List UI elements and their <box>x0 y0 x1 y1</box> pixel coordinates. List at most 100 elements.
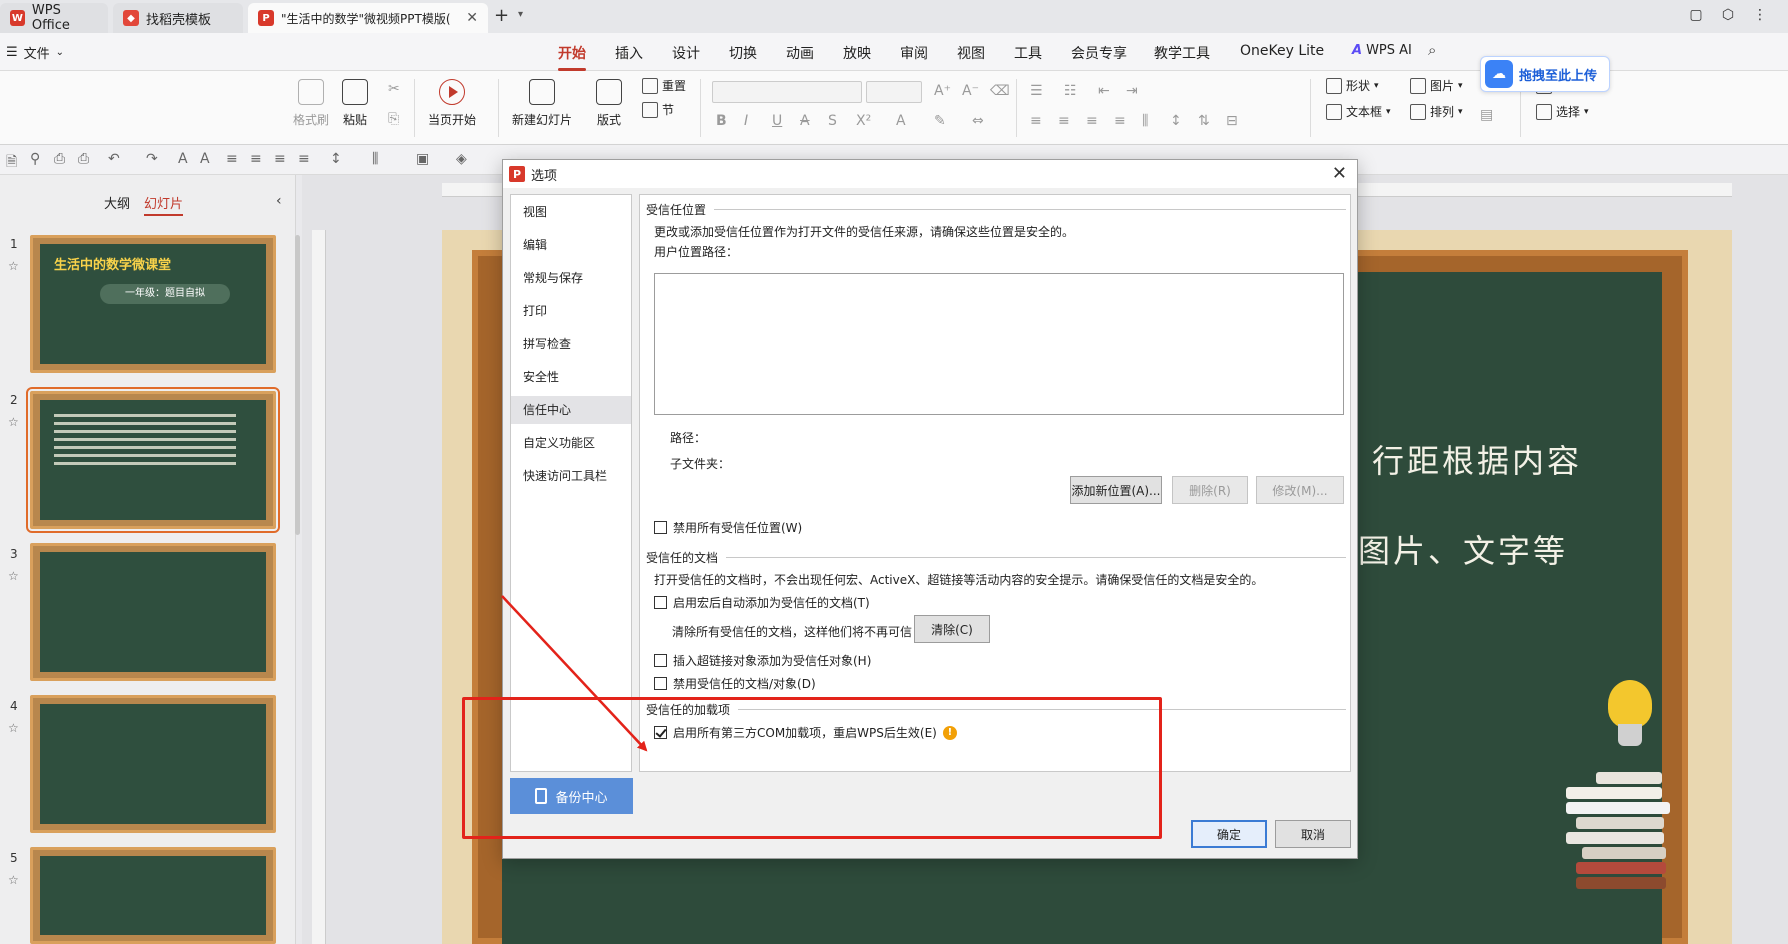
line-spacing-icon[interactable]: ↕ <box>1170 113 1182 129</box>
font-grow-icon[interactable]: A <box>178 151 188 167</box>
picture-button[interactable]: 图片 ▾ <box>1410 77 1463 94</box>
align-right-icon[interactable]: ≡ <box>1086 113 1098 129</box>
select-button[interactable]: 选择 ▾ <box>1536 103 1589 120</box>
font-grow-icon[interactable]: A⁺ <box>934 83 951 99</box>
tab-animation[interactable]: 动画 <box>786 43 814 63</box>
strikethrough-icon[interactable]: A <box>800 113 810 129</box>
tab-daoke-templates[interactable]: ◆ 找稻壳模板 <box>113 3 243 33</box>
checkbox[interactable] <box>654 654 667 667</box>
tab-design[interactable]: 设计 <box>672 43 700 63</box>
reset-button[interactable]: 重置 <box>642 77 686 94</box>
nav-general-save[interactable]: 常规与保存 <box>511 264 631 292</box>
nav-print[interactable]: 打印 <box>511 297 631 325</box>
tab-document[interactable]: P "生活中的数学"微视频PPT模版( ✕ <box>248 3 488 33</box>
link-icon[interactable]: ⚲ <box>30 151 40 167</box>
file-menu[interactable]: ☰ 文件 ⌄ <box>6 43 64 62</box>
font-color-icon[interactable]: A <box>896 113 906 129</box>
new-slide-button[interactable]: 新建幻灯片 <box>512 79 572 128</box>
align-center-icon[interactable]: ≡ <box>1058 113 1070 129</box>
star-icon[interactable]: ☆ <box>8 415 19 429</box>
columns-icon[interactable]: ⫼ <box>372 151 378 167</box>
align-left-icon[interactable]: ≡ <box>226 151 238 167</box>
numbered-list-icon[interactable]: ☷ <box>1064 83 1077 99</box>
bullet-list-icon[interactable]: ☰ <box>1030 83 1043 99</box>
arrange-button[interactable]: 排列 ▾ <box>1410 103 1463 120</box>
nav-quick-access-toolbar[interactable]: 快速访问工具栏 <box>511 462 631 490</box>
save-icon[interactable]: 🗎 <box>6 151 17 175</box>
textbox-button[interactable]: 文本框 ▾ <box>1326 103 1391 120</box>
slide-text-line-1[interactable]: 行距根据内容 <box>1372 436 1582 482</box>
close-icon[interactable]: ✕ <box>1332 163 1347 184</box>
clear-trusted-button[interactable]: 清除(C) <box>914 615 990 643</box>
print-icon[interactable]: ⎙ <box>78 151 89 167</box>
add-location-button[interactable]: 添加新位置(A)... <box>1070 476 1162 504</box>
search-icon[interactable]: ⌕ <box>1428 41 1436 59</box>
checkbox[interactable] <box>654 596 667 609</box>
tab-outline[interactable]: 大纲 <box>104 193 130 216</box>
align-left-icon[interactable]: ≡ <box>1030 113 1042 129</box>
scissors-icon[interactable]: ✂ <box>388 81 400 97</box>
fill-icon[interactable]: ▤ <box>1480 107 1493 123</box>
cube-icon[interactable]: ⬡ <box>1720 7 1736 23</box>
tab-view[interactable]: 视图 <box>957 43 985 63</box>
backup-center-button[interactable]: 备份中心 <box>510 778 633 814</box>
image-icon[interactable]: ▣ <box>416 151 429 167</box>
line-spacing-icon[interactable]: ↕ <box>330 151 342 167</box>
trust-hyperlink-objects-checkbox[interactable]: 插入超链接对象添加为受信任对象(H) <box>654 652 871 669</box>
upload-button[interactable]: ☁ 拖拽至此上传 <box>1480 56 1610 92</box>
tab-teaching-tools[interactable]: 教学工具 <box>1154 43 1210 63</box>
tab-insert[interactable]: 插入 <box>615 43 643 63</box>
underline-icon[interactable]: U <box>772 113 782 129</box>
char-spacing-icon[interactable]: ⇔ <box>972 113 984 129</box>
font-family-select[interactable] <box>712 81 862 103</box>
star-icon[interactable]: ☆ <box>8 259 19 273</box>
tab-member[interactable]: 会员专享 <box>1071 43 1127 63</box>
slide-thumbnail-5[interactable] <box>30 847 276 944</box>
slide-thumbnail-4[interactable] <box>30 695 276 833</box>
new-tab-icon[interactable]: + <box>494 5 509 26</box>
nav-customize-ribbon[interactable]: 自定义功能区 <box>511 429 631 457</box>
slide-thumbnail-2[interactable] <box>26 387 280 533</box>
layout-button[interactable]: 版式 <box>596 79 622 128</box>
shadow-icon[interactable]: S <box>828 113 837 129</box>
format-painter-button[interactable]: 格式刷 <box>293 79 329 128</box>
slide-thumbnail-3[interactable] <box>30 543 276 681</box>
fill-color-icon[interactable]: ◈ <box>456 151 467 167</box>
redo-icon[interactable]: ↷ <box>146 151 158 167</box>
checkbox-checked[interactable] <box>654 726 667 739</box>
close-tab-icon[interactable]: ✕ <box>466 10 478 26</box>
nav-edit[interactable]: 编辑 <box>511 231 631 259</box>
nav-trust-center[interactable]: 信任中心 <box>511 396 631 424</box>
slide-thumbnail-1[interactable]: 生活中的数学微课堂 一年级：题目自拟 <box>30 235 276 373</box>
tab-tools[interactable]: 工具 <box>1014 43 1042 63</box>
justify-icon[interactable]: ≡ <box>1114 113 1126 129</box>
nav-security[interactable]: 安全性 <box>511 363 631 391</box>
paste-button[interactable]: 粘贴 <box>342 79 368 128</box>
warning-icon[interactable]: ! <box>942 725 957 740</box>
columns-icon[interactable]: ⫼ <box>1142 113 1148 129</box>
wps-ai-button[interactable]: A WPS AI <box>1352 43 1412 58</box>
superscript-icon[interactable]: X² <box>856 113 871 129</box>
tab-transition[interactable]: 切换 <box>729 43 757 63</box>
star-icon[interactable]: ☆ <box>8 569 19 583</box>
panel-scrollbar[interactable] <box>295 235 300 535</box>
justify-icon[interactable]: ≡ <box>298 151 310 167</box>
play-from-current-button[interactable]: 当页开始 <box>428 79 476 128</box>
align-center-icon[interactable]: ≡ <box>250 151 262 167</box>
nav-spell-check[interactable]: 拼写检查 <box>511 330 631 358</box>
align-right-icon[interactable]: ≡ <box>274 151 286 167</box>
more-icon[interactable]: ⋮ <box>1752 7 1768 23</box>
outdent-icon[interactable]: ⇤ <box>1098 83 1110 99</box>
font-size-select[interactable] <box>866 81 922 103</box>
align-text-icon[interactable]: ⊟ <box>1226 113 1238 129</box>
shape-button[interactable]: 形状 ▾ <box>1326 77 1379 94</box>
tab-review[interactable]: 审阅 <box>900 43 928 63</box>
tab-onekey-lite[interactable]: OneKey Lite <box>1240 43 1324 59</box>
cancel-button[interactable]: 取消 <box>1275 820 1351 848</box>
bold-icon[interactable]: B <box>716 113 727 129</box>
tab-wps-office[interactable]: W WPS Office <box>0 3 108 33</box>
font-shrink-icon[interactable]: A <box>200 151 210 167</box>
highlight-icon[interactable]: ✎ <box>934 113 946 129</box>
clear-format-icon[interactable]: ⌫ <box>990 83 1010 99</box>
disable-trusted-locations-checkbox[interactable]: 禁用所有受信任位置(W) <box>654 519 802 536</box>
